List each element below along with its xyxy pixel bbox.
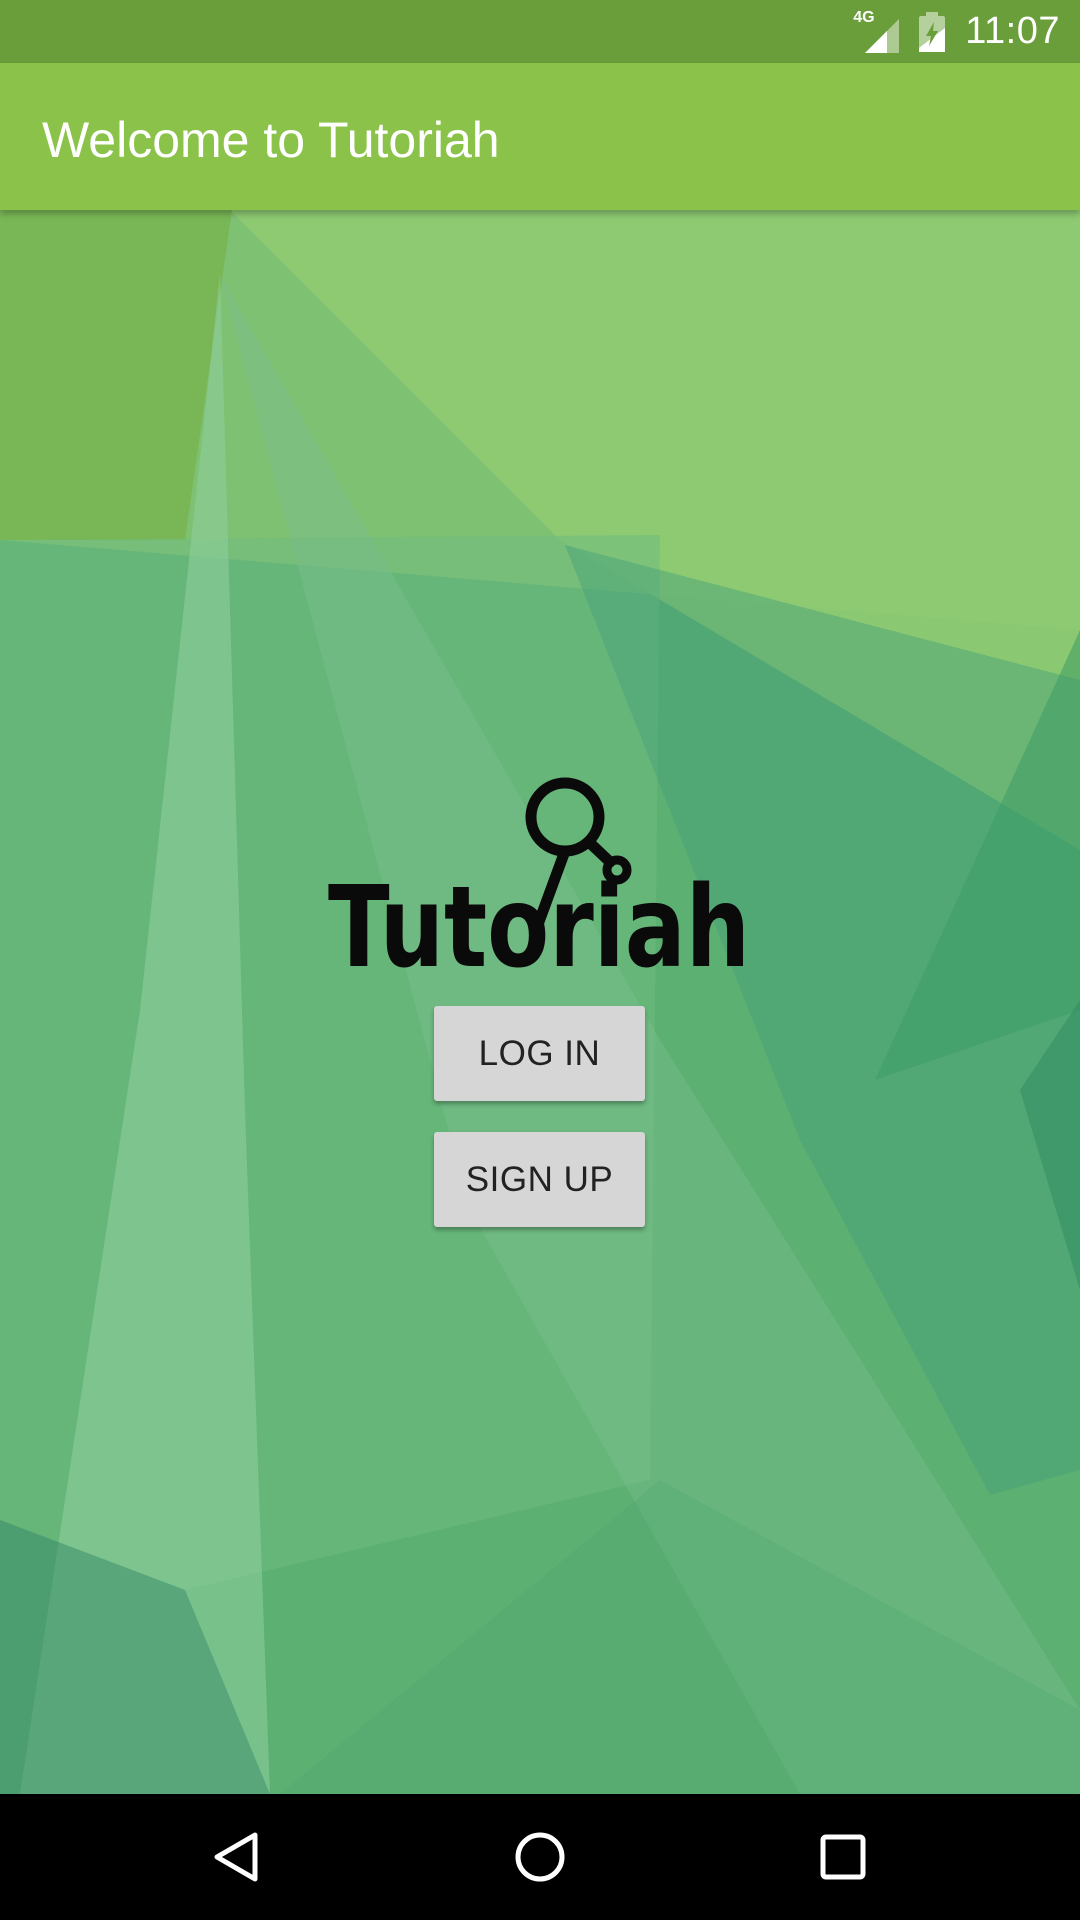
- app-title: Welcome to Tutoriah: [42, 112, 500, 168]
- navigation-bar: [0, 1794, 1080, 1920]
- tutoriah-logo: Tutoriah: [328, 777, 750, 980]
- home-icon[interactable]: [510, 1827, 570, 1887]
- status-icons: 4G 11:07: [853, 0, 1060, 63]
- network-type-label: 4G: [853, 8, 875, 26]
- back-icon[interactable]: [207, 1827, 267, 1887]
- logo-text: Tutoriah: [328, 863, 750, 980]
- background-pattern: [0, 210, 1080, 1794]
- signup-button[interactable]: SIGN UP: [434, 1132, 645, 1227]
- signal-icon: 4G: [853, 8, 900, 53]
- login-button[interactable]: LOG IN: [434, 1006, 645, 1101]
- recents-icon[interactable]: [813, 1827, 873, 1887]
- battery-charging-icon: [917, 11, 947, 52]
- clock: 11:07: [965, 10, 1060, 52]
- welcome-screen: Tutoriah LOG IN SIGN UP: [0, 210, 1080, 1794]
- status-bar: 4G 11:07: [0, 0, 1080, 63]
- app-bar: Welcome to Tutoriah: [0, 63, 1080, 210]
